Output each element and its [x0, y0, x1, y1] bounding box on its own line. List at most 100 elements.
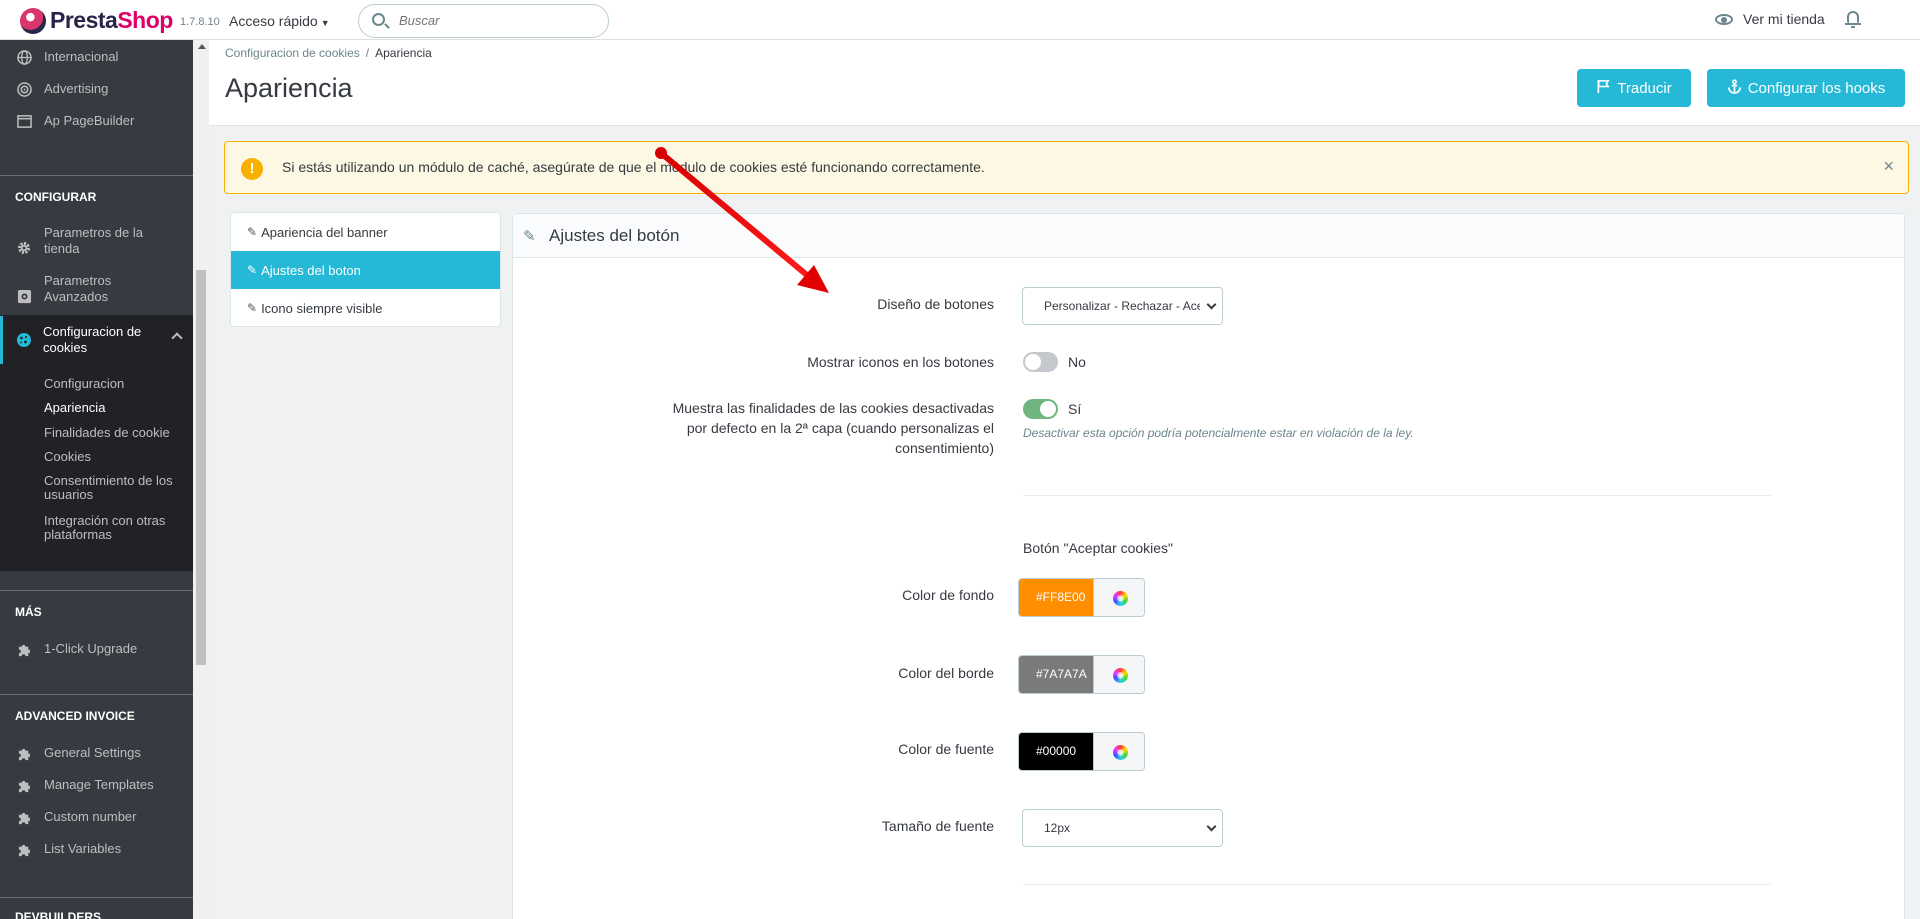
sidebar-item-label: Internacional [44, 49, 119, 64]
breadcrumb-link[interactable]: Configuracion de cookies [225, 46, 360, 60]
sidebar-subitem-configuracion[interactable]: Configuracion [44, 377, 124, 391]
font-size-value: 12px [1044, 821, 1071, 835]
puzzle-icon [16, 809, 32, 825]
search-icon [372, 13, 385, 26]
sidebar-section-advanced-invoice: ADVANCED INVOICE [15, 709, 135, 723]
sidebar-item-list-variables[interactable]: List Variables [0, 837, 193, 861]
show-purposes-value: Sí [1068, 401, 1082, 417]
active-indicator [0, 316, 3, 364]
sidebar-divider [0, 694, 193, 695]
button-design-value: Personalizar - Rechazar - Aceptar [1044, 299, 1223, 313]
sidebar-item-internacional[interactable]: Internacional [0, 45, 193, 69]
search-input[interactable] [399, 13, 594, 28]
page-title: Apariencia [225, 73, 353, 103]
pencil-icon: ✎ [247, 301, 258, 315]
close-icon[interactable]: × [1883, 156, 1894, 177]
panel-title: Ajustes del botón [549, 226, 680, 245]
subtab-always-visible-icon[interactable]: ✎ Icono siempre visible [231, 289, 500, 327]
sidebar-subitem-cookies[interactable]: Cookies [44, 450, 91, 464]
border-color-label: Color del borde [898, 665, 994, 681]
sidebar-item-advertising[interactable]: Advertising [0, 77, 193, 101]
sidebar-item-label: Custom number [44, 809, 137, 824]
gear-icon [16, 240, 32, 256]
sidebar-subitem-consentimiento[interactable]: Consentimiento de los usuarios [44, 474, 173, 502]
color-wheel-icon [1113, 591, 1128, 606]
font-size-label: Tamaño de fuente [881, 818, 994, 834]
accept-button-heading: Botón "Aceptar cookies" [1023, 540, 1174, 556]
sidebar-item-label: 1-Click Upgrade [44, 641, 138, 656]
show-purposes-label: Muestra las finalidades de las cookies d… [672, 400, 994, 456]
sidebar-subitem-integracion[interactable]: Integración con otras plataformas [44, 514, 165, 542]
subtab-label: Icono siempre visible [261, 300, 383, 316]
font-color-label: Color de fuente [898, 741, 994, 757]
border-color-input[interactable]: #7A7A7A [1019, 656, 1093, 693]
sidebar-item-1-click-upgrade[interactable]: 1-Click Upgrade [0, 637, 193, 661]
toggle-knob [1040, 401, 1056, 417]
subtab-banner-appearance[interactable]: ✎ Apariencia del banner [231, 213, 500, 251]
color-wheel-icon [1113, 745, 1128, 760]
sidebar-item-parametros-avanzados[interactable]: Parametros Avanzados [0, 272, 193, 306]
translate-button[interactable]: Traducir [1577, 69, 1691, 107]
puzzle-icon [16, 641, 32, 657]
subtab-label: Ajustes del boton [261, 262, 361, 278]
font-color-input[interactable]: #00000 [1019, 733, 1093, 770]
bg-color-label: Color de fondo [902, 587, 994, 603]
breadcrumb-current: Apariencia [375, 46, 432, 60]
sidebar-item-custom-number[interactable]: Custom number [0, 805, 193, 829]
advertising-icon [16, 81, 32, 97]
sidebar-item-label: Manage Templates [44, 777, 154, 792]
cookie-icon [16, 332, 32, 348]
sidebar-item-general-settings[interactable]: General Settings [0, 741, 193, 765]
view-store-link[interactable]: Ver mi tienda [1715, 11, 1825, 27]
sidebar-scrollbar[interactable] [193, 40, 209, 919]
sidebar-item-configuracion-cookies[interactable]: Configuracion de cookies [0, 316, 193, 364]
subtab-button-settings[interactable]: ✎ Ajustes del boton [231, 251, 500, 289]
show-icons-label: Mostrar iconos en los botones [807, 354, 994, 370]
sidebar: Internacional Advertising Ap PageBuilder… [0, 40, 193, 919]
window-icon [16, 113, 32, 129]
pencil-icon: ✎ [247, 263, 258, 277]
bg-color-input[interactable]: #FF8E00 [1019, 579, 1093, 616]
sidebar-subitem-apariencia[interactable]: Apariencia [44, 401, 105, 415]
font-size-select[interactable]: 12px [1022, 809, 1223, 847]
configure-hooks-button[interactable]: Configurar los hooks [1707, 69, 1905, 107]
sidebar-section-mas: MÁS [15, 605, 42, 619]
sidebar-item-manage-templates[interactable]: Manage Templates [0, 773, 193, 797]
notifications-bell-icon[interactable] [1845, 11, 1861, 28]
search-box[interactable] [358, 4, 609, 38]
sidebar-item-ap-pagebuilder[interactable]: Ap PageBuilder [0, 109, 193, 133]
breadcrumb: Configuracion de cookies / Apariencia [225, 46, 432, 60]
sidebar-section-devbuilders: DEVBUILDERS [15, 910, 102, 919]
view-store-label: Ver mi tienda [1743, 11, 1825, 27]
translate-button-label: Traducir [1617, 79, 1672, 97]
font-color-input-group: #00000 [1018, 732, 1145, 771]
sidebar-divider [0, 897, 193, 898]
cache-warning-alert: ! Si estás utilizando un módulo de caché… [224, 141, 1909, 194]
show-icons-value: No [1068, 354, 1086, 370]
show-icons-toggle[interactable] [1023, 352, 1058, 372]
toggle-knob [1025, 354, 1041, 370]
globe-icon [16, 49, 32, 65]
button-design-select[interactable]: Personalizar - Rechazar - Aceptar [1022, 287, 1223, 325]
border-color-input-group: #7A7A7A [1018, 655, 1145, 694]
scrollbar-thumb[interactable] [196, 270, 206, 665]
sidebar-subitem-finalidades[interactable]: Finalidades de cookie [44, 426, 170, 440]
border-color-picker-button[interactable] [1093, 656, 1144, 693]
sidebar-item-label: Ap PageBuilder [44, 113, 135, 128]
show-purposes-toggle[interactable] [1023, 399, 1058, 419]
settings-icon [16, 288, 32, 304]
scroll-up-arrow-icon[interactable] [198, 44, 206, 49]
font-color-picker-button[interactable] [1093, 733, 1144, 770]
sidebar-item-label: Parametros Avanzados [44, 273, 112, 304]
show-purposes-help: Desactivar esta opción podría potencialm… [1023, 426, 1414, 440]
sidebar-item-parametros-tienda[interactable]: Parametros de la tienda [0, 224, 193, 258]
bg-color-picker-button[interactable] [1093, 579, 1144, 616]
prestashop-logo[interactable]: PrestaShop [20, 7, 173, 34]
anchor-icon [1727, 78, 1742, 98]
prestashop-logo-icon [20, 7, 46, 34]
chevron-up-icon [171, 332, 183, 344]
sidebar-item-label: General Settings [44, 745, 141, 760]
quick-access-label: Acceso rápido [229, 13, 318, 29]
quick-access-dropdown[interactable]: Acceso rápido ▼ [229, 13, 330, 29]
puzzle-icon [16, 745, 32, 761]
